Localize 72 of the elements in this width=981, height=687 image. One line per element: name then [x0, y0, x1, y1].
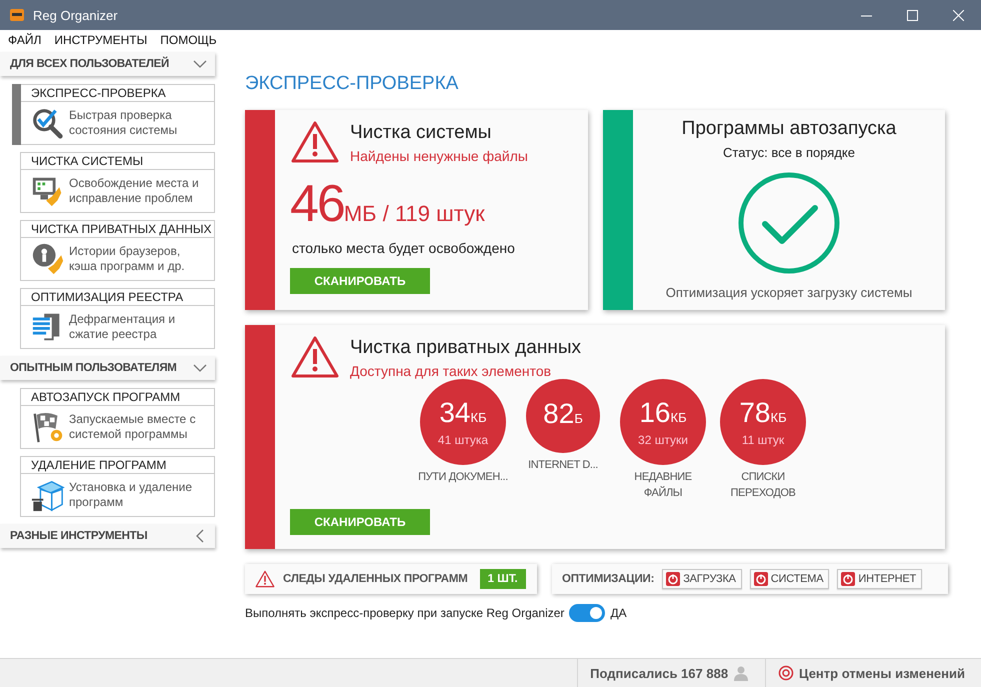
card-title: Программы автозапуска [682, 118, 896, 140]
item-label: ПУТИ ДОКУМЕН... [417, 470, 509, 485]
item-description: Запускаемые вместе с системой программы [69, 412, 197, 442]
optimization-button[interactable]: ЗАГРУЗКА [662, 569, 742, 589]
warning-icon [290, 335, 340, 379]
item-title: ЭКСПРЕСС-ПРОВЕРКА [21, 85, 214, 102]
warning-icon [290, 120, 340, 164]
item-title: УДАЛЕНИЕ ПРОГРАММ [21, 457, 214, 474]
flag-gear-icon [31, 410, 65, 444]
person-icon [733, 665, 750, 681]
item-description: Освобождение места и исправление проблем [69, 176, 200, 206]
sidebar-section-header[interactable]: РАЗНЫЕ ИНСТРУМЕНТЫ [0, 524, 215, 548]
optimization-button[interactable]: ИНТЕРНЕТ [837, 569, 922, 589]
lifebuoy-icon [778, 665, 794, 681]
power-icon [754, 572, 768, 586]
size-circle: 82Б [526, 379, 600, 453]
section-label: ДЛЯ ВСЕХ ПОЛЬЗОВАТЕЛЕЙ [10, 58, 169, 70]
app-icon [9, 7, 25, 23]
item-title: ЧИСТКА СИСТЕМЫ [21, 153, 214, 170]
section-label: ОПЫТНЫМ ПОЛЬЗОВАТЕЛЯМ [10, 362, 177, 374]
card-subtitle: Статус: все в порядке [723, 145, 855, 160]
toggle-value: ДА [610, 606, 627, 620]
subscribers-count: Подписались 167 888 [590, 666, 728, 680]
menu-item[interactable]: ПОМОЩЬ [160, 33, 217, 47]
card-note: столько места будет освобождено [292, 240, 516, 256]
page-heading: ЭКСПРЕСС-ПРОВЕРКА [245, 73, 460, 95]
sidebar-item[interactable]: УДАЛЕНИЕ ПРОГРАММ Установка и удаление программ [20, 456, 215, 517]
item-title: ЧИСТКА ПРИВАТНЫХ ДАННЫХ [21, 221, 214, 238]
window-title: Reg Organizer [33, 8, 119, 22]
card-title: Чистка приватных данных [350, 337, 581, 359]
item-label: СПИСКИ ПЕРЕХОДОВ [730, 470, 796, 501]
panel-label: ОПТИМИЗАЦИИ: [562, 573, 654, 585]
menu-item[interactable]: ФАЙЛ [8, 33, 42, 47]
sidebar-item[interactable]: АВТОЗАПУСК ПРОГРАММ Запускаемые вместе с системой программы [20, 388, 215, 449]
size-unit: МБ / 119 штук [344, 201, 485, 227]
toggle-switch[interactable] [569, 604, 606, 622]
size-circle: 34КБ 41 штука [420, 379, 506, 465]
power-icon [666, 572, 680, 586]
item-title: ОПТИМИЗАЦИЯ РЕЕСТРА [21, 289, 214, 306]
toggle-label: Выполнять экспресс-проверку при запуске Reg Organizer [245, 606, 564, 620]
box-trash-icon [31, 478, 65, 512]
item-title: АВТОЗАПУСК ПРОГРАММ [21, 389, 214, 406]
close-icon [952, 10, 964, 20]
size-circle: 16КБ 32 штуки [620, 379, 706, 465]
size-value: 46 [290, 174, 344, 234]
item-description: Быстрая проверка состояния системы [69, 108, 178, 138]
item-description: Дефрагментация и сжатие реестра [69, 312, 176, 342]
sidebar-item[interactable]: ЧИСТКА СИСТЕМЫ Освобождение места и исправление проблем [20, 152, 215, 213]
sidebar-section-header[interactable]: ДЛЯ ВСЕХ ПОЛЬЗОВАТЕЛЕЙ [0, 52, 215, 76]
undo-center-link[interactable]: Центр отмены изменений [765, 659, 981, 687]
card-note: Оптимизация ускоряет загрузку системы [666, 285, 912, 300]
card-subtitle: Доступна для таких элементов [350, 363, 552, 379]
card-subtitle: Найдены ненужные файлы [350, 148, 528, 164]
size-circle: 78КБ 11 штук [720, 379, 806, 465]
privacy-broom-icon [31, 242, 65, 276]
sidebar-item[interactable]: ЧИСТКА ПРИВАТНЫХ ДАННЫХ Истории браузеров, кэша программ и др. [20, 220, 215, 281]
power-icon [841, 572, 856, 586]
sidebar-section-header[interactable]: ОПЫТНЫМ ПОЛЬЗОВАТЕЛЯМ [0, 356, 215, 380]
item-label: INTERNET D... [527, 458, 599, 473]
menu-item[interactable]: ИНСТРУМЕНТЫ [54, 33, 148, 47]
item-description: Установка и удаление программ [69, 480, 194, 510]
warning-icon [255, 570, 275, 588]
check-circle-icon [738, 172, 840, 274]
panel-label: СЛЕДЫ УДАЛЕННЫХ ПРОГРАММ [283, 573, 468, 585]
card-title: Чистка системы [350, 122, 492, 144]
maximize-icon [906, 10, 918, 20]
sidebar-item[interactable]: ОПТИМИЗАЦИЯ РЕЕСТРА Дефрагментация и сжатие реестра [20, 288, 215, 349]
magnifier-check-icon [31, 106, 65, 140]
section-label: РАЗНЫЕ ИНСТРУМЕНТЫ [10, 530, 148, 542]
item-description: Истории браузеров, кэша программ и др. [69, 244, 186, 274]
optimization-button[interactable]: СИСТЕМА [750, 569, 830, 589]
item-label: НЕДАВНИЕ ФАЙЛЫ [633, 470, 693, 501]
